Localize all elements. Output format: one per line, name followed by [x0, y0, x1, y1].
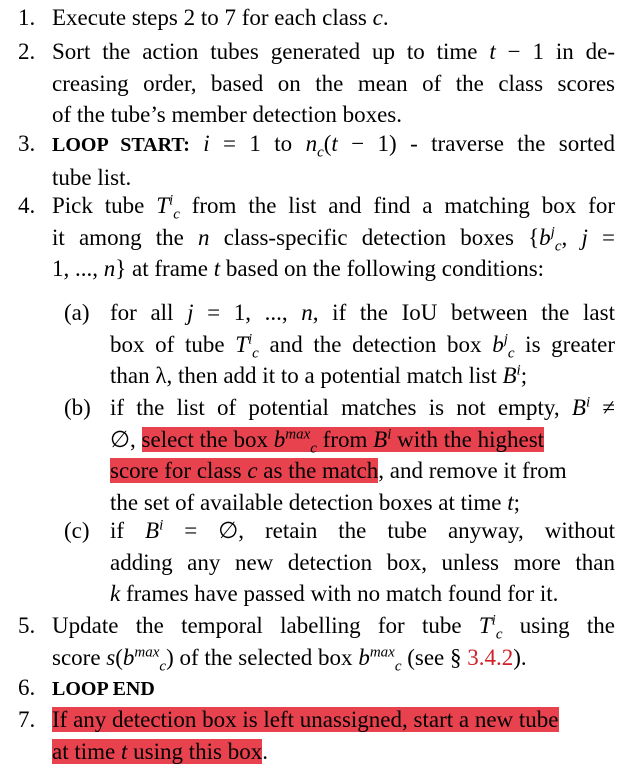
- var: B: [571, 395, 586, 420]
- text: using the: [502, 613, 615, 638]
- step-number: 6.: [18, 675, 36, 700]
- var: n: [103, 256, 116, 281]
- superscript: max: [134, 643, 160, 660]
- highlight: If any detection box is left unassigned,…: [52, 707, 559, 732]
- highlight: score for class c as the match: [110, 458, 379, 483]
- text: , and remove it from: [378, 458, 567, 483]
- text: of the tube’s member detection boxes.: [52, 102, 403, 127]
- text: if: [110, 518, 146, 543]
- text: from: [316, 426, 374, 452]
- text: it among the: [52, 224, 199, 250]
- var: c: [372, 5, 383, 30]
- text: − 1 in de-: [495, 39, 615, 64]
- text: class-specific detection boxes {: [209, 224, 540, 250]
- var: c: [247, 458, 258, 483]
- var: n: [198, 224, 210, 250]
- text: Execute steps 2 to 7 for each class: [52, 5, 373, 30]
- var: B: [145, 518, 160, 543]
- text: score: [52, 644, 107, 670]
- text: = ∅, retain the tube anyway, without: [163, 518, 615, 543]
- text: based on the following conditions:: [220, 256, 545, 281]
- var: T: [235, 331, 248, 357]
- text: ) of the selected box: [166, 644, 359, 670]
- text: using this box: [127, 738, 263, 764]
- text: , if the IoU between the last: [312, 300, 615, 325]
- text: (: [115, 644, 123, 670]
- loop-end-label: LOOP END: [52, 678, 155, 700]
- var: b: [539, 224, 551, 250]
- text: is greater: [514, 331, 615, 357]
- section-reference-link[interactable]: 3.4.2: [467, 645, 513, 670]
- var: i: [189, 131, 210, 156]
- text: .: [262, 738, 268, 764]
- step-number: 4.: [18, 193, 36, 218]
- text: = 1 to: [209, 131, 306, 156]
- text: 1, ...,: [52, 256, 104, 281]
- text: than λ, then add it to a potential match…: [110, 363, 503, 388]
- text: from the list and find a matching box fo…: [179, 193, 615, 218]
- text: for all: [110, 300, 188, 325]
- loop-start-label: LOOP START:: [52, 134, 190, 156]
- text: = 1, ...,: [193, 300, 302, 325]
- var: B: [373, 426, 388, 452]
- text: with the highest: [391, 426, 545, 452]
- text: as the match: [257, 458, 379, 483]
- step-number: 5.: [18, 613, 36, 638]
- text: ;: [520, 363, 528, 388]
- text: adding any new detection box, unless mor…: [110, 549, 615, 575]
- substep-label: (c): [64, 518, 90, 543]
- highlight: at time t using this box: [52, 738, 263, 764]
- subscript: c: [310, 440, 317, 457]
- text: ).: [513, 644, 527, 670]
- var: k: [110, 581, 121, 606]
- text: Sort the action tubes generated up to ti…: [52, 39, 490, 64]
- var: b: [122, 644, 135, 670]
- text: frames have passed with no match found f…: [120, 581, 559, 606]
- text: Update the temporal labelling for tube: [52, 613, 479, 638]
- text: score for class: [110, 458, 248, 483]
- substep-label: (a): [64, 300, 90, 325]
- text: (see §: [401, 644, 468, 670]
- text: =: [587, 224, 615, 250]
- var: b: [492, 331, 504, 357]
- text: select the box: [141, 426, 274, 452]
- step-number: 2.: [18, 39, 36, 64]
- text: Pick tube: [52, 193, 157, 218]
- subscript: c: [317, 144, 324, 161]
- text: if the list of potential matches is not …: [110, 395, 572, 420]
- var: B: [502, 363, 517, 388]
- superscript: max: [285, 425, 311, 442]
- subscript: c: [554, 238, 562, 255]
- var: s: [106, 644, 116, 670]
- var: T: [156, 193, 170, 218]
- text: ∅,: [110, 426, 142, 452]
- substep-label: (b): [64, 395, 91, 420]
- text: box of tube: [110, 331, 236, 357]
- text: creasing order, based on the mean of the…: [52, 70, 615, 96]
- text: ,: [561, 224, 582, 250]
- step-number: 1.: [18, 5, 36, 30]
- subscript: c: [252, 345, 259, 362]
- step-number: 7.: [18, 707, 36, 732]
- text: and the detection box: [258, 331, 493, 357]
- var: n: [301, 300, 313, 325]
- text: ≠: [590, 395, 615, 420]
- text: ;: [513, 489, 521, 515]
- highlight: select the box bmaxc from Bi with the hi…: [141, 425, 545, 456]
- step-number: 3.: [18, 131, 36, 156]
- text: .: [382, 5, 389, 30]
- var: T: [478, 613, 492, 638]
- var: b: [358, 644, 370, 670]
- var: n: [305, 131, 318, 156]
- superscript: max: [369, 643, 395, 660]
- text: } at frame: [115, 256, 214, 281]
- algorithm-steps: 1. Execute steps 2 to 7 for each class c…: [0, 0, 622, 767]
- text: the set of available detection boxes at …: [110, 489, 508, 515]
- var: b: [273, 426, 286, 452]
- subscript: c: [173, 206, 180, 223]
- text: tube list.: [52, 164, 132, 190]
- text: − 1) - traverse the sorted: [337, 131, 615, 156]
- subscript: c: [507, 345, 515, 362]
- text: at time: [52, 738, 121, 764]
